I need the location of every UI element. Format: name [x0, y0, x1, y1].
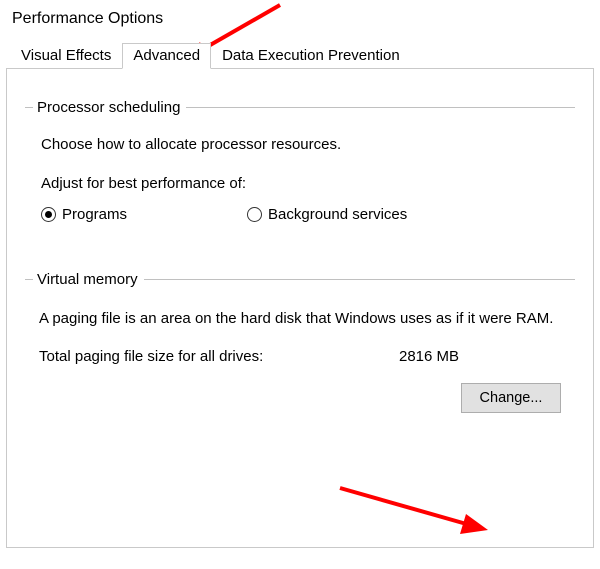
group-legend-processor-scheduling: Processor scheduling	[33, 99, 186, 116]
tab-panel-advanced: Processor scheduling Choose how to alloc…	[6, 68, 594, 548]
total-paging-size-label: Total paging file size for all drives:	[39, 348, 399, 365]
tab-strip: Visual Effects Advanced Data Execution P…	[6, 42, 600, 68]
radio-dot-icon	[247, 207, 262, 222]
total-paging-size-value: 2816 MB	[399, 348, 459, 365]
virtual-memory-description: A paging file is an area on the hard dis…	[39, 308, 561, 330]
radio-dot-icon	[41, 207, 56, 222]
change-button[interactable]: Change...	[461, 383, 561, 413]
radio-programs-label: Programs	[62, 206, 127, 223]
window-title: Performance Options	[0, 0, 600, 36]
processor-scheduling-description: Choose how to allocate processor resourc…	[41, 136, 567, 153]
tab-advanced[interactable]: Advanced	[122, 43, 211, 69]
radio-background-label: Background services	[268, 206, 407, 223]
adjust-performance-label: Adjust for best performance of:	[41, 175, 567, 192]
group-legend-virtual-memory: Virtual memory	[33, 271, 144, 288]
radio-background-services[interactable]: Background services	[247, 206, 407, 223]
tab-visual-effects[interactable]: Visual Effects	[10, 43, 122, 69]
group-processor-scheduling: Processor scheduling Choose how to alloc…	[25, 99, 575, 231]
group-virtual-memory: Virtual memory A paging file is an area …	[25, 271, 575, 425]
tab-data-execution-prevention[interactable]: Data Execution Prevention	[211, 43, 411, 69]
radio-programs[interactable]: Programs	[41, 206, 127, 223]
